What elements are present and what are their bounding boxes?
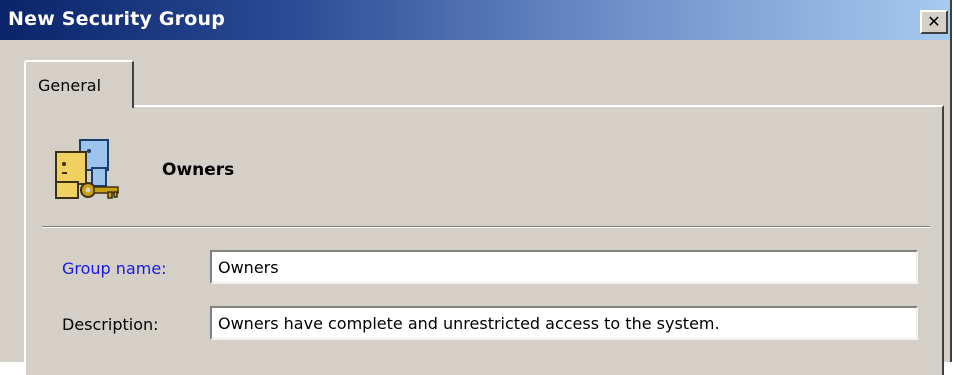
title-bar[interactable]: New Security Group ✕ — [0, 0, 950, 40]
group-name-input[interactable] — [210, 250, 918, 284]
tab-general-label: General — [38, 76, 102, 95]
group-header-name: Owners — [162, 160, 235, 180]
window-title: New Security Group — [8, 8, 226, 30]
close-icon: ✕ — [927, 12, 941, 31]
description-label: Description: — [62, 315, 159, 334]
description-input[interactable] — [210, 306, 918, 340]
security-group-dialog: New Security Group ✕ General Owners Grou… — [0, 0, 952, 375]
group-name-label: Group name: — [62, 259, 167, 278]
separator — [42, 226, 930, 228]
tab-general[interactable]: General — [24, 60, 134, 108]
close-button[interactable]: ✕ — [920, 10, 948, 34]
security-group-key-icon — [55, 139, 119, 199]
